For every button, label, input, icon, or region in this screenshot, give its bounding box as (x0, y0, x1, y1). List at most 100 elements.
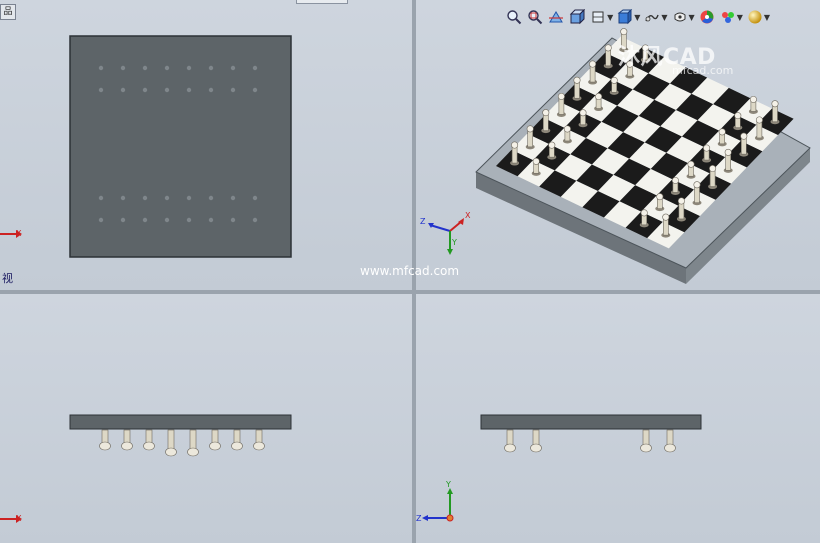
top-view-board (69, 35, 292, 258)
edit-appearance-icon[interactable] (643, 8, 661, 26)
chess-piece-front (189, 429, 197, 451)
render-sphere-icon[interactable] (746, 8, 764, 26)
viewport-splitter-horizontal[interactable] (0, 290, 820, 294)
chess-piece-side (642, 429, 650, 447)
splitter-handle[interactable] (296, 0, 348, 4)
chess-piece-top (208, 217, 214, 223)
chess-piece (662, 213, 670, 221)
section-view-icon[interactable] (547, 8, 565, 26)
chess-piece-front (165, 447, 177, 457)
chess-piece (718, 128, 726, 136)
chess-piece (656, 193, 664, 201)
chess-piece-top (98, 195, 104, 201)
zoom-to-area-icon[interactable] (526, 8, 544, 26)
chess-piece (579, 109, 587, 117)
chess-piece-side (530, 443, 542, 453)
chevron-down-icon[interactable]: ▼ (689, 13, 695, 22)
chess-piece-top (186, 87, 192, 93)
chevron-down-icon[interactable]: ▼ (764, 13, 770, 22)
chess-piece-top (98, 65, 104, 71)
chess-piece (548, 141, 556, 149)
chess-piece-top (186, 195, 192, 201)
chess-piece (511, 141, 519, 149)
chess-piece-top (208, 195, 214, 201)
x-axis-label: X (16, 514, 22, 523)
viewport-side-view[interactable]: Y Z (416, 294, 820, 543)
axis-triad (422, 488, 454, 522)
chevron-down-icon[interactable]: ▼ (634, 13, 640, 22)
chess-piece (620, 28, 628, 36)
chess-piece-top (142, 217, 148, 223)
front-view-board (69, 414, 292, 457)
chess-piece-top (252, 195, 258, 201)
chess-piece-front (143, 441, 155, 451)
chess-piece-side (666, 429, 674, 447)
chess-piece (595, 93, 603, 101)
chess-piece-top (120, 217, 126, 223)
x-axis-label: X (465, 211, 471, 220)
chess-piece-top (164, 195, 170, 201)
chess-piece-side (504, 443, 516, 453)
chess-piece-top (142, 87, 148, 93)
y-axis-label: Y (452, 238, 457, 247)
chess-piece-top (164, 65, 170, 71)
viewport-top-view[interactable]: 品 X 视 (0, 0, 412, 290)
chevron-down-icon[interactable]: ▼ (661, 13, 667, 22)
appearance-color-wheel-icon[interactable] (698, 8, 716, 26)
panel-toggle-tab[interactable]: 品 (0, 4, 16, 20)
view-orientation-icon[interactable] (568, 8, 586, 26)
chess-piece-front (253, 441, 265, 451)
chess-piece-top (120, 195, 126, 201)
chess-piece-front (99, 441, 111, 451)
chess-piece (640, 209, 648, 217)
chess-piece (573, 76, 581, 84)
display-style-icon[interactable] (589, 8, 607, 26)
chess-piece-front (209, 441, 221, 451)
chess-piece (671, 176, 679, 184)
chess-piece-top (230, 65, 236, 71)
chess-piece-side (506, 429, 514, 447)
chess-piece (755, 116, 763, 124)
chevron-down-icon[interactable]: ▼ (737, 13, 743, 22)
chess-piece-top (252, 87, 258, 93)
chess-piece (693, 181, 701, 189)
x-axis-arrow (0, 230, 22, 238)
chess-piece-top (208, 87, 214, 93)
chess-piece-top (142, 195, 148, 201)
display-pane-icon[interactable] (671, 8, 689, 26)
chess-piece (771, 100, 779, 108)
chess-piece (687, 160, 695, 168)
chess-piece-top (230, 87, 236, 93)
chess-piece-top (120, 65, 126, 71)
zoom-to-fit-icon[interactable] (505, 8, 523, 26)
chess-piece (557, 92, 565, 100)
chess-piece (749, 95, 757, 103)
apply-scene-icon[interactable] (719, 8, 737, 26)
side-view-board (480, 414, 702, 453)
chess-piece (542, 109, 550, 117)
chess-piece (563, 125, 571, 133)
chess-piece-top (230, 195, 236, 201)
chess-piece (610, 76, 618, 84)
chess-piece-top (230, 217, 236, 223)
hide-show-items-icon[interactable] (616, 8, 634, 26)
chess-piece-top (252, 217, 258, 223)
watermark-url: mfcad.com (672, 64, 734, 77)
chess-piece-top (252, 65, 258, 71)
chess-piece (703, 144, 711, 152)
chess-piece (604, 44, 612, 52)
chess-piece-top (164, 87, 170, 93)
viewport-front-view[interactable]: X (0, 294, 412, 543)
chevron-down-icon[interactable]: ▼ (607, 13, 613, 22)
chess-piece-side (664, 443, 676, 453)
chess-piece-top (208, 65, 214, 71)
y-axis-label: Y (446, 480, 451, 489)
chess-piece-front (231, 441, 243, 451)
chess-piece (709, 165, 717, 173)
chess-piece-top (164, 217, 170, 223)
chess-piece (526, 125, 534, 133)
chess-piece-side (640, 443, 652, 453)
chess-piece (589, 60, 597, 68)
z-axis-label: Z (420, 217, 426, 226)
chess-piece-front (167, 429, 175, 451)
